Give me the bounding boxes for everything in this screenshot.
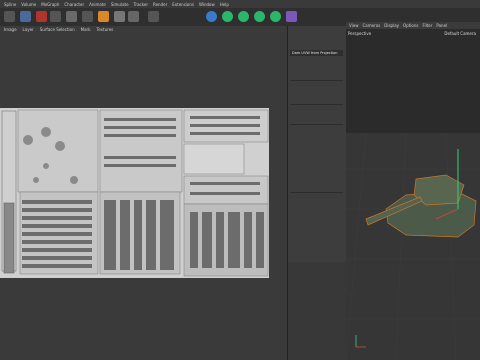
layer-row[interactable]: [290, 65, 343, 71]
render-settings-icon[interactable]: [114, 11, 125, 22]
layer-row[interactable]: [290, 237, 343, 243]
menu-help[interactable]: Help: [220, 2, 229, 7]
object-icon[interactable]: [66, 11, 77, 22]
layer-row[interactable]: [290, 28, 343, 34]
uv-menu-layer[interactable]: Layer: [23, 27, 34, 32]
divider: [290, 124, 343, 125]
cube-icon[interactable]: [128, 11, 139, 22]
vp-menu-view[interactable]: View: [349, 23, 359, 28]
uv-editor-menu-bar: Image Layer Surface Selection Mark Textu…: [0, 26, 287, 33]
layer-row[interactable]: [290, 155, 343, 161]
uv-menu-textures[interactable]: Textures: [97, 27, 114, 32]
floor-plane: [346, 133, 480, 360]
uv-menu-mark[interactable]: Mark: [81, 27, 91, 32]
layer-row[interactable]: [290, 183, 343, 189]
menu-extensions[interactable]: Extensions: [172, 2, 194, 7]
layer-row[interactable]: [290, 141, 343, 147]
move-icon[interactable]: [4, 11, 15, 22]
layer-row[interactable]: [290, 113, 343, 119]
layer-row[interactable]: [290, 82, 343, 88]
menu-bar: Spline Volume MoGraph Character Animate …: [0, 0, 480, 8]
select-icon[interactable]: [50, 11, 61, 22]
perspective-viewport[interactable]: Perspective Default Camera: [346, 29, 480, 360]
rotate-icon[interactable]: [36, 11, 47, 22]
vp-menu-cameras[interactable]: Cameras: [363, 23, 381, 28]
layer-row[interactable]: [290, 72, 343, 78]
menu-tracker[interactable]: Tracker: [134, 2, 148, 7]
layers-panel: Dark UVW from Projection: [287, 26, 348, 262]
menu-simulate[interactable]: Simulate: [111, 2, 129, 7]
layer-row[interactable]: [290, 162, 343, 168]
layer-row[interactable]: [290, 216, 343, 222]
uv-texture-map: [0, 108, 269, 278]
menu-window[interactable]: Window: [199, 2, 215, 7]
layer-row[interactable]: [290, 195, 343, 201]
layer-row-selected[interactable]: Dark UVW from Projection: [290, 50, 343, 56]
layer-row[interactable]: [290, 42, 343, 48]
layer-row[interactable]: [290, 127, 343, 133]
camera-icon[interactable]: [270, 11, 281, 22]
layers-panel-empty-area[interactable]: [287, 262, 347, 360]
layer-row[interactable]: [290, 148, 343, 154]
uv-menu-image[interactable]: Image: [4, 27, 17, 32]
uv-island-left-column: [1, 110, 17, 274]
subdivide-icon[interactable]: [206, 11, 217, 22]
generator-icon[interactable]: [254, 11, 265, 22]
vp-menu-display[interactable]: Display: [384, 23, 399, 28]
scale-icon[interactable]: [20, 11, 31, 22]
viewport-scene: [346, 132, 480, 360]
light-icon[interactable]: [286, 11, 297, 22]
layer-row[interactable]: [290, 96, 343, 102]
layer-row[interactable]: [290, 202, 343, 208]
render-icon[interactable]: [82, 11, 93, 22]
menu-volume[interactable]: Volume: [21, 2, 36, 7]
layer-row[interactable]: [290, 134, 343, 140]
menu-render[interactable]: Render: [153, 2, 167, 7]
vp-menu-panel[interactable]: Panel: [436, 23, 447, 28]
divider: [290, 104, 343, 105]
menu-mograph[interactable]: MoGraph: [41, 2, 59, 7]
uv-menu-surface-selection[interactable]: Surface Selection: [40, 27, 75, 32]
array-icon[interactable]: [222, 11, 233, 22]
layer-row[interactable]: [290, 58, 343, 64]
pen-icon[interactable]: [148, 11, 159, 22]
layer-row[interactable]: [290, 35, 343, 41]
menu-animate[interactable]: Animate: [89, 2, 106, 7]
layer-row[interactable]: [290, 223, 343, 229]
divider: [290, 80, 343, 81]
viewport-menu-bar: View Cameras Display Options Filter Pane…: [346, 22, 480, 29]
layer-row[interactable]: [290, 251, 343, 257]
layer-row[interactable]: [290, 169, 343, 175]
layer-row[interactable]: [290, 176, 343, 182]
deformer-icon[interactable]: [238, 11, 249, 22]
layer-row[interactable]: [290, 209, 343, 215]
layer-row[interactable]: [290, 106, 343, 112]
vp-menu-options[interactable]: Options: [403, 23, 418, 28]
layer-row[interactable]: [290, 230, 343, 236]
layer-row[interactable]: [290, 244, 343, 250]
vp-menu-filter[interactable]: Filter: [422, 23, 432, 28]
render-view-icon[interactable]: [98, 11, 109, 22]
menu-character[interactable]: Character: [64, 2, 84, 7]
divider: [290, 192, 343, 193]
layer-row[interactable]: [290, 89, 343, 95]
menu-spline[interactable]: Spline: [4, 2, 16, 7]
